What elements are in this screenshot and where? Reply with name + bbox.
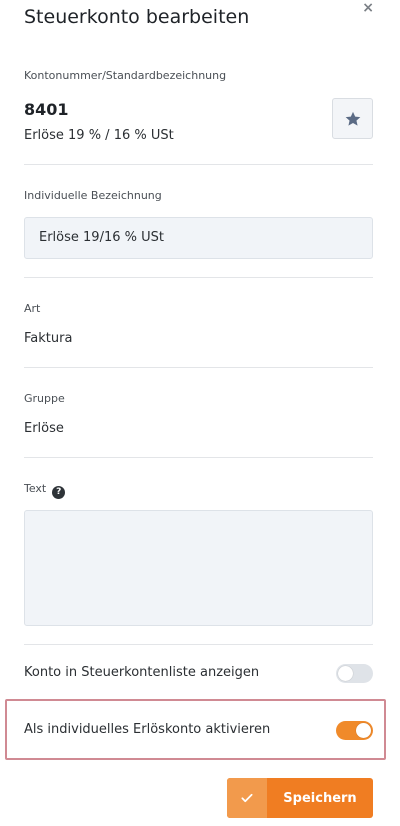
check-icon <box>241 793 253 803</box>
toggle-knob <box>356 723 371 738</box>
divider <box>24 644 373 645</box>
type-value: Faktura <box>24 331 73 346</box>
show-in-list-toggle[interactable] <box>336 664 373 683</box>
save-button-label: Speichern <box>283 790 357 806</box>
dialog-title: Steuerkonto bearbeiten <box>24 6 250 28</box>
save-check-area <box>227 778 267 818</box>
account-standard-name: Erlöse 19 % / 16 % USt <box>24 128 174 143</box>
divider <box>24 367 373 368</box>
individual-revenue-label: Als individuelles Erlöskonto aktivieren <box>24 722 271 737</box>
individual-name-input[interactable]: Erlöse 19/16 % USt <box>24 217 373 259</box>
account-number: 8401 <box>24 100 69 119</box>
help-icon[interactable]: ? <box>52 486 66 499</box>
save-button[interactable]: Speichern <box>227 778 373 818</box>
individual-revenue-toggle[interactable] <box>336 721 373 740</box>
group-value: Erlöse <box>24 421 64 436</box>
text-label-text: Text <box>24 482 47 495</box>
toggle-knob <box>338 666 353 681</box>
divider <box>24 164 373 165</box>
divider <box>24 457 373 458</box>
close-icon[interactable]: × <box>362 0 374 16</box>
text-label: Text? <box>24 482 66 499</box>
group-label: Gruppe <box>24 392 65 405</box>
account-label: Kontonummer/Standardbezeichnung <box>24 69 227 82</box>
individual-name-label: Individuelle Bezeichnung <box>24 189 162 202</box>
text-textarea[interactable] <box>24 510 373 626</box>
favorite-button[interactable] <box>332 98 373 139</box>
star-icon <box>345 111 360 126</box>
divider <box>24 277 373 278</box>
show-in-list-label: Konto in Steuerkontenliste anzeigen <box>24 665 260 680</box>
type-label: Art <box>24 302 41 315</box>
